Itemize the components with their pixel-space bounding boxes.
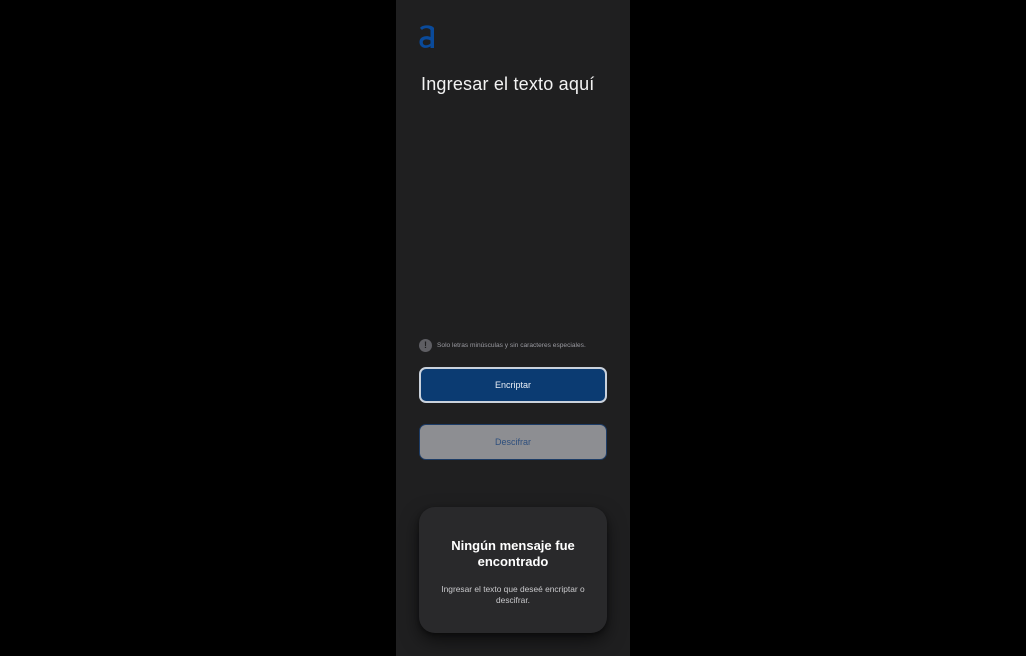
exclamation-icon: ! [419, 339, 432, 352]
encrypt-button-label: Encriptar [494, 380, 531, 390]
input-hint: ! Solo letras minúsculas y sin caractere… [419, 339, 586, 352]
encryptor-app: ! Solo letras minúsculas y sin caractere… [396, 0, 630, 656]
decrypt-button[interactable]: Descifrar [419, 424, 607, 460]
decrypt-button-label: Descifrar [494, 437, 531, 447]
hint-text: Solo letras minúsculas y sin caracteres … [437, 342, 586, 349]
alura-logo-icon [419, 25, 434, 48]
output-description: Ingresar el texto que deseé encriptar o … [441, 584, 585, 605]
output-title: Ningún mensaje fue encontrado [451, 538, 575, 569]
output-card: Ningún mensaje fue encontrado Ingresar e… [419, 507, 607, 633]
encrypt-button[interactable]: Encriptar [419, 367, 607, 403]
message-input[interactable] [421, 74, 621, 324]
